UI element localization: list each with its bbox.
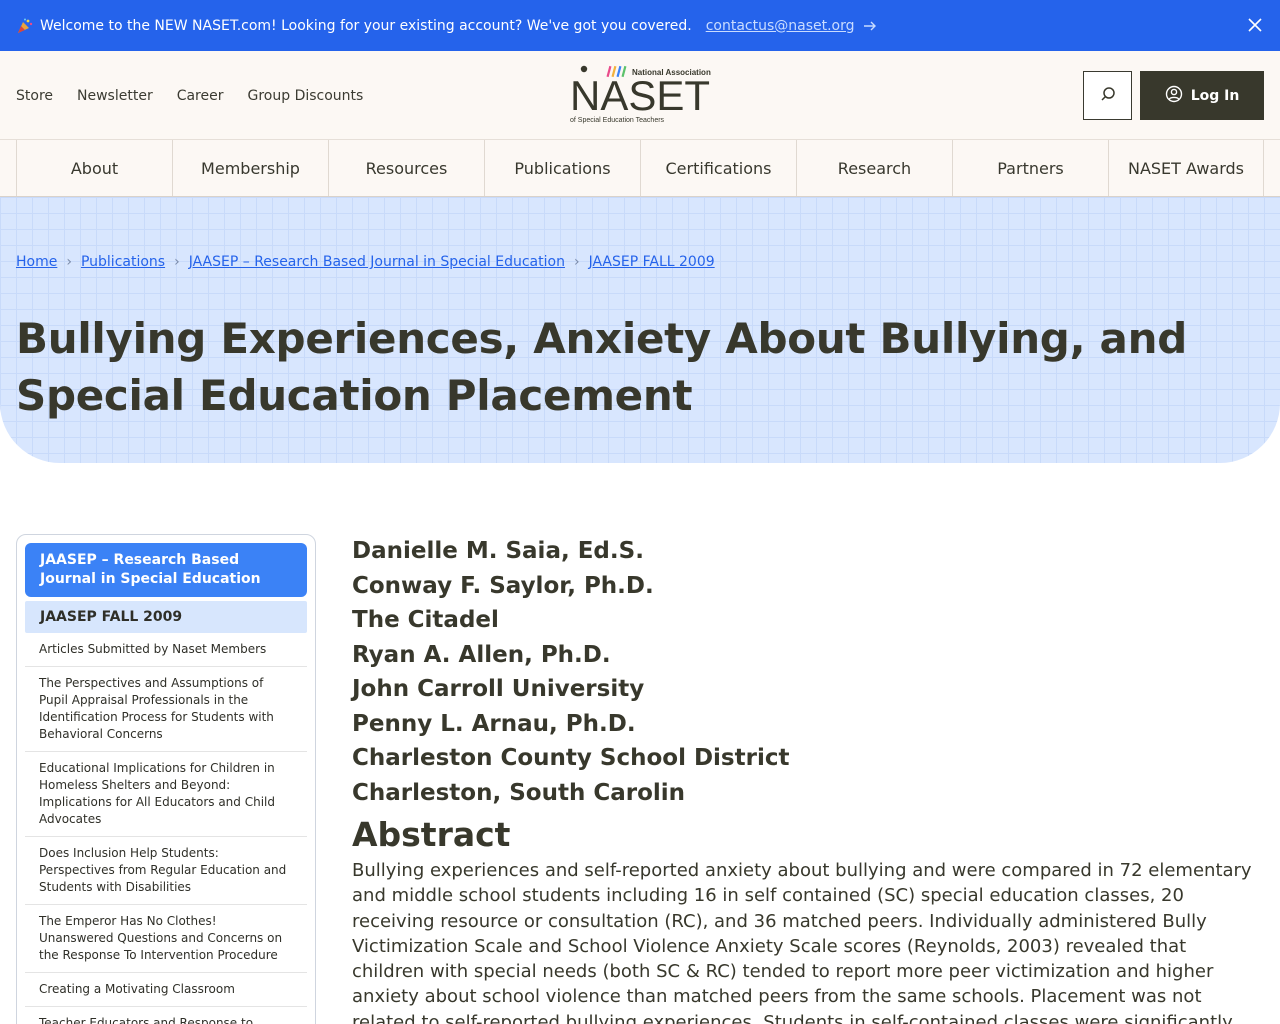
author-line: Charleston County School District [352, 745, 790, 771]
close-icon[interactable] [1246, 16, 1264, 34]
announcement-bar: Welcome to the NEW NASET.com! Looking fo… [0, 0, 1280, 51]
search-button[interactable] [1083, 71, 1132, 120]
abstract-heading: Abstract [352, 815, 511, 854]
sidebar-item[interactable]: Creating a Motivating Classroom [25, 973, 307, 1007]
login-button[interactable]: Log In [1140, 71, 1264, 120]
sidebar-heading[interactable]: JAASEP – Research Based Journal in Speci… [25, 543, 307, 597]
nav-naset-awards[interactable]: NASET Awards [1108, 140, 1264, 196]
util-link-career[interactable]: Career [177, 88, 224, 104]
author-line: Penny L. Arnau, Ph.D. [352, 710, 636, 737]
nav-membership[interactable]: Membership [172, 140, 328, 196]
author-line: Conway F. Saylor, Ph.D. [352, 572, 654, 599]
logo-bottom-text: of Special Education Teachers [570, 117, 665, 124]
breadcrumb-jaasep-fall-2009[interactable]: JAASEP FALL 2009 [589, 254, 715, 270]
chevron-right-icon: › [174, 254, 180, 270]
search-icon [1100, 86, 1116, 106]
site-header: Store Newsletter Career Group Discounts … [0, 51, 1280, 140]
sidebar-nav: JAASEP – Research Based Journal in Speci… [16, 534, 316, 1024]
abstract-text: Bullying experiences and self-reported a… [352, 860, 1252, 1024]
sidebar-item[interactable]: Educational Implications for Children in… [25, 752, 307, 837]
breadcrumb: Home › Publications › JAASEP – Research … [16, 254, 715, 270]
nav-about[interactable]: About [16, 140, 172, 196]
chevron-right-icon: › [66, 254, 72, 270]
sidebar-item[interactable]: Articles Submitted by Naset Members [25, 633, 307, 667]
breadcrumb-publications[interactable]: Publications [81, 254, 165, 270]
naset-logo[interactable]: National Association NASET of Special Ed… [568, 64, 713, 126]
nav-certifications[interactable]: Certifications [640, 140, 796, 196]
breadcrumb-home[interactable]: Home [16, 254, 57, 270]
util-link-newsletter[interactable]: Newsletter [77, 88, 153, 104]
util-link-group-discounts[interactable]: Group Discounts [248, 88, 364, 104]
util-link-store[interactable]: Store [16, 88, 53, 104]
logo-main-text: NASET [570, 72, 710, 119]
nav-publications[interactable]: Publications [484, 140, 640, 196]
article-content: Danielle M. Saia, Ed.S. Conway F. Saylor… [352, 534, 1264, 1024]
author-line: The Citadel [352, 607, 499, 633]
breadcrumb-jaasep[interactable]: JAASEP – Research Based Journal in Speci… [189, 254, 565, 270]
contact-email-link[interactable]: contactus@naset.org [706, 18, 855, 34]
chevron-right-icon: › [573, 254, 580, 270]
announcement-message: Welcome to the NEW NASET.com! Looking fo… [40, 17, 692, 34]
author-line: John Carroll University [352, 676, 645, 702]
author-list: Danielle M. Saia, Ed.S. Conway F. Saylor… [352, 534, 1264, 810]
utility-links: Store Newsletter Career Group Discounts [16, 51, 363, 140]
main-nav: About Membership Resources Publications … [0, 140, 1280, 197]
user-icon [1165, 85, 1183, 107]
sidebar-item[interactable]: The Perspectives and Assumptions of Pupi… [25, 667, 307, 752]
author-line: Ryan A. Allen, Ph.D. [352, 641, 611, 668]
arrow-right-icon[interactable] [863, 19, 877, 33]
sidebar-item[interactable]: The Emperor Has No Clothes! Unanswered Q… [25, 905, 307, 973]
sidebar-item[interactable]: Teacher Educators and Response to Interv… [25, 1007, 307, 1024]
nav-research[interactable]: Research [796, 140, 952, 196]
sidebar-subheading[interactable]: JAASEP FALL 2009 [25, 601, 307, 633]
nav-partners[interactable]: Partners [952, 140, 1108, 196]
nav-resources[interactable]: Resources [328, 140, 484, 196]
author-line: Danielle M. Saia, Ed.S. [352, 538, 644, 564]
page-title: Bullying Experiences, Anxiety About Bull… [16, 314, 1187, 420]
party-popper-icon [16, 17, 34, 35]
login-label: Log In [1190, 87, 1240, 104]
sidebar-item[interactable]: Does Inclusion Help Students: Perspectiv… [25, 837, 307, 905]
sidebar-list: Articles Submitted by Naset Members The … [25, 633, 307, 1024]
author-line: Charleston, South Carolin [352, 779, 686, 806]
page-hero: Home › Publications › JAASEP – Research … [0, 197, 1280, 463]
